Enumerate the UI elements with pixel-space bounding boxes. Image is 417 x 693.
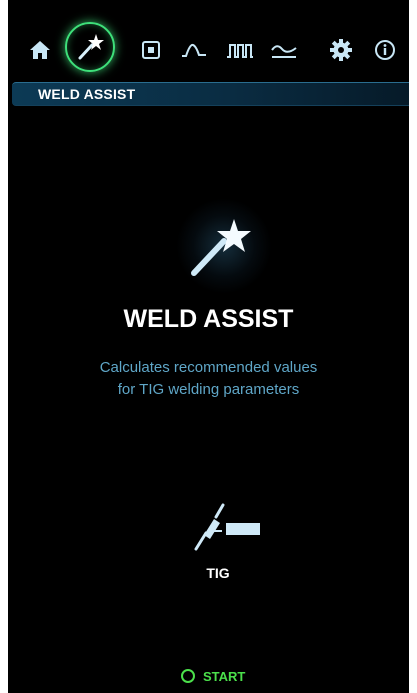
hero-description-line-1: Calculates recommended values [99, 359, 318, 376]
pulse-waveform-icon[interactable] [172, 28, 216, 72]
info-icon[interactable] [363, 28, 407, 72]
square-wave-icon[interactable] [218, 28, 262, 72]
tig-torch-icon [194, 503, 260, 551]
magic-wand-icon [158, 190, 278, 300]
process-label: TIG [206, 565, 230, 581]
process-tig-button[interactable]: TIG [168, 495, 268, 595]
memory-square-icon[interactable] [129, 28, 173, 72]
start-label: START [203, 668, 246, 684]
weld-assist-wand-icon[interactable] [65, 22, 115, 72]
start-button[interactable]: START [181, 666, 245, 686]
gear-icon[interactable] [319, 28, 363, 72]
weld-assist-screen: WELD ASSIST WELD ASSIST Calculates recom… [8, 0, 409, 693]
hero-description: Calculates recommended values for TIG we… [8, 357, 409, 401]
start-circle-icon [181, 669, 195, 683]
section-title: WELD ASSIST [38, 86, 136, 102]
top-navigation [8, 0, 409, 84]
ac-wave-icon[interactable] [262, 28, 306, 72]
section-header-bar: WELD ASSIST [12, 82, 409, 106]
home-icon[interactable] [18, 28, 62, 72]
hero-title: WELD ASSIST [123, 305, 294, 333]
hero-description-line-2: for TIG welding parameters [117, 381, 300, 398]
